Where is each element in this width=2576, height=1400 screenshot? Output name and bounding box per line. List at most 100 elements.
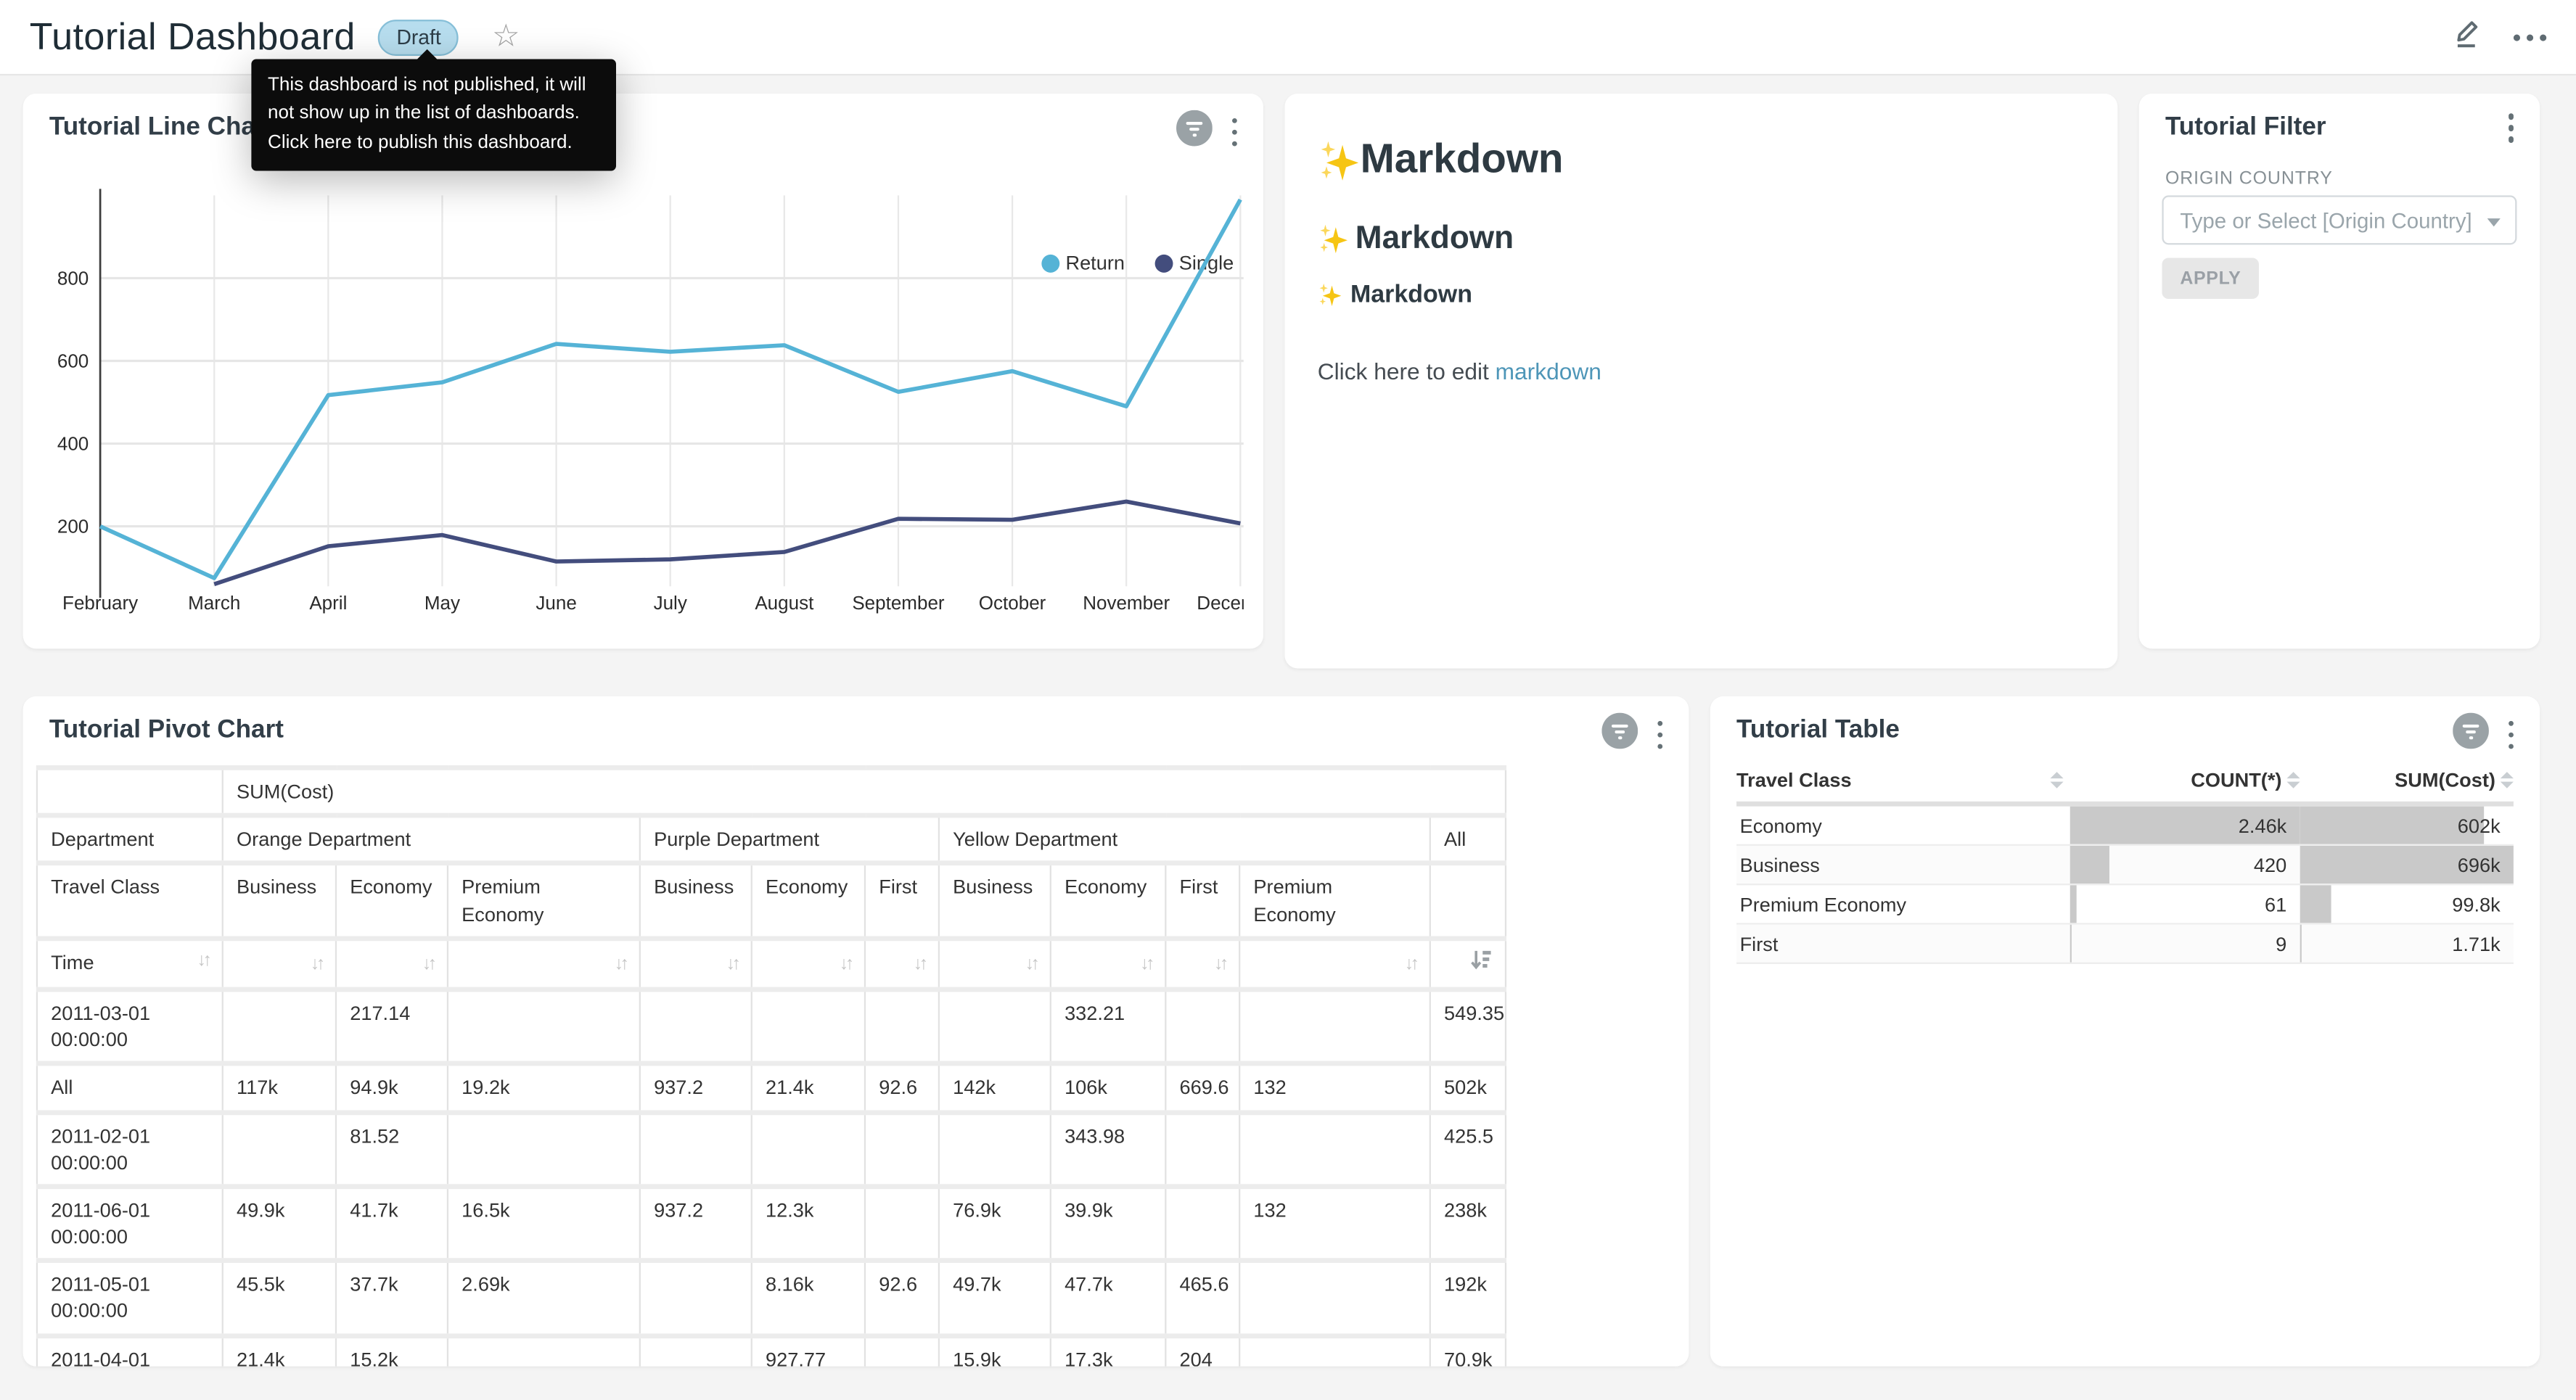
sort-carets-icon[interactable] bbox=[2286, 772, 2300, 788]
pivot-measure-row: SUM(Cost) bbox=[37, 767, 1506, 815]
pivot-class-header: Business bbox=[640, 864, 752, 939]
pivot-class-header: Economy bbox=[752, 864, 865, 939]
pivot-value-cell bbox=[939, 1112, 1051, 1187]
tooltip-line: not show up in the list of dashboards. bbox=[268, 101, 599, 129]
cell-travel-class: First bbox=[1736, 925, 2070, 963]
cell-count: 2.46k bbox=[2070, 807, 2300, 844]
pivot-value-cell: 332.21 bbox=[1051, 989, 1165, 1064]
pivot-class-header: Business bbox=[939, 864, 1051, 939]
pivot-value-cell bbox=[865, 989, 939, 1064]
applied-filters-icon[interactable] bbox=[2452, 713, 2488, 757]
pivot-value-cell: 132 bbox=[1239, 1186, 1430, 1261]
pivot-sort-cell: ↓↑ bbox=[939, 938, 1051, 989]
favorite-star-icon[interactable]: ☆ bbox=[492, 21, 520, 52]
pivot-value-cell: 37.7k bbox=[336, 1261, 448, 1335]
pivot-chart-card: Tutorial Pivot Chart SUM(Cost)Department… bbox=[23, 696, 1689, 1367]
applied-filters-icon[interactable] bbox=[1176, 110, 1212, 155]
pivot-dimension-label: Department bbox=[37, 816, 223, 864]
svg-text:October: October bbox=[979, 592, 1046, 614]
cell-sum-cost: 1.71k bbox=[2300, 925, 2513, 963]
column-header-count[interactable]: COUNT(*) bbox=[2070, 769, 2300, 792]
chevron-down-icon bbox=[2487, 218, 2501, 226]
sort-toggle-icon[interactable]: ↓↑ bbox=[1025, 954, 1037, 973]
sparkles-icon bbox=[1318, 223, 1349, 255]
sort-carets-icon[interactable] bbox=[2501, 772, 2514, 788]
pivot-class-header bbox=[1430, 864, 1506, 939]
sort-toggle-icon[interactable]: ↓↑ bbox=[1405, 954, 1416, 973]
cell-count: 61 bbox=[2070, 885, 2300, 923]
sort-toggle-icon[interactable]: ↓↑ bbox=[422, 954, 434, 973]
pivot-value-cell: 41.7k bbox=[336, 1186, 448, 1261]
pivot-value-cell: 502k bbox=[1430, 1064, 1506, 1112]
pivot-value-cell: 238k bbox=[1430, 1186, 1506, 1261]
table-card-menu-icon[interactable] bbox=[2504, 717, 2516, 753]
pivot-class-header: First bbox=[865, 864, 939, 939]
pivot-value-cell bbox=[1165, 989, 1239, 1064]
data-table: Travel ClassCOUNT(*)SUM(Cost)Economy2.46… bbox=[1736, 762, 2514, 963]
pivot-sort-cell: ↓↑ bbox=[448, 938, 640, 989]
pivot-value-cell: 45.5k bbox=[223, 1261, 336, 1335]
origin-country-select[interactable]: Type or Select [Origin Country] bbox=[2162, 195, 2516, 244]
pivot-value-cell bbox=[640, 1335, 752, 1367]
sort-toggle-icon[interactable]: ↓↑ bbox=[1140, 954, 1152, 973]
filter-card-title: Tutorial Filter bbox=[2165, 113, 2326, 143]
pivot-row-header: 2011-04-01 00:00:00 bbox=[37, 1335, 223, 1367]
pivot-class-header: Business bbox=[223, 864, 336, 939]
sort-toggle-icon[interactable]: ↓↑ bbox=[311, 954, 322, 973]
sort-toggle-icon[interactable]: ↓↑ bbox=[1214, 954, 1226, 973]
sort-toggle-icon[interactable]: ↓↑ bbox=[914, 954, 925, 973]
table-row: Economy2.46k602k bbox=[1736, 807, 2514, 846]
sort-descending-icon[interactable] bbox=[1470, 949, 1491, 979]
svg-text:200: 200 bbox=[57, 516, 89, 538]
pivot-value-cell: 937.2 bbox=[640, 1064, 752, 1112]
sort-toggle-icon[interactable]: ↓↑ bbox=[615, 954, 626, 973]
pivot-sort-cell: ↓↑ bbox=[865, 938, 939, 989]
header-more-menu-icon[interactable] bbox=[2514, 33, 2546, 40]
applied-filters-icon[interactable] bbox=[1601, 713, 1637, 757]
line-chart-menu-icon[interactable] bbox=[1228, 115, 1240, 150]
pivot-chart-menu-icon[interactable] bbox=[1654, 717, 1666, 753]
sort-toggle-icon[interactable]: ↓↑ bbox=[840, 954, 851, 973]
pivot-class-header: Premium Economy bbox=[448, 864, 640, 939]
pivot-value-cell: 117k bbox=[223, 1064, 336, 1112]
pivot-sort-cell: ↓↑ bbox=[1165, 938, 1239, 989]
apply-button[interactable]: APPLY bbox=[2162, 258, 2259, 299]
pivot-value-cell: 106k bbox=[1051, 1064, 1165, 1112]
pivot-class-header: Premium Economy bbox=[1239, 864, 1430, 939]
cell-count: 420 bbox=[2070, 846, 2300, 884]
pivot-value-cell bbox=[223, 989, 336, 1064]
draft-tooltip: This dashboard is not published, it will… bbox=[251, 59, 616, 170]
pivot-value-cell: 142k bbox=[939, 1064, 1051, 1112]
pivot-value-cell: 92.6 bbox=[865, 1261, 939, 1335]
column-header-travel-class[interactable]: Travel Class bbox=[1736, 769, 2070, 792]
pivot-value-cell: 425.5 bbox=[1430, 1112, 1506, 1187]
pivot-data-row: 2011-04-01 00:00:0021.4k15.2k927.7715.9k… bbox=[37, 1335, 1506, 1367]
edit-dashboard-icon[interactable] bbox=[2453, 17, 2484, 58]
column-header-sum-cost[interactable]: SUM(Cost) bbox=[2300, 769, 2513, 792]
cell-sum-cost: 696k bbox=[2300, 846, 2513, 884]
sort-toggle-icon[interactable]: ↓↑ bbox=[726, 954, 738, 973]
pivot-value-cell bbox=[1239, 1335, 1430, 1367]
tooltip-line: This dashboard is not published, it will bbox=[268, 73, 599, 101]
pivot-class-header: First bbox=[1165, 864, 1239, 939]
pivot-value-cell: 19.2k bbox=[448, 1064, 640, 1112]
pivot-value-cell: 15.2k bbox=[336, 1335, 448, 1367]
pivot-value-cell bbox=[865, 1112, 939, 1187]
markdown-edit-link[interactable]: markdown bbox=[1496, 358, 1601, 384]
pivot-corner-cell bbox=[37, 767, 223, 815]
pivot-value-cell bbox=[1239, 1112, 1430, 1187]
svg-text:May: May bbox=[424, 592, 460, 614]
svg-text:November: November bbox=[1083, 592, 1170, 614]
pivot-data-row: 2011-05-01 00:00:0045.5k37.7k2.69k8.16k9… bbox=[37, 1261, 1506, 1335]
pivot-sort-cell: ↓↑ bbox=[640, 938, 752, 989]
table-row: Premium Economy6199.8k bbox=[1736, 885, 2514, 924]
pivot-value-cell: 92.6 bbox=[865, 1064, 939, 1112]
sort-toggle-icon[interactable]: ↓↑ bbox=[197, 950, 209, 975]
select-placeholder: Type or Select [Origin Country] bbox=[2180, 207, 2472, 232]
sort-carets-icon[interactable] bbox=[2051, 772, 2064, 788]
pivot-value-cell: 21.4k bbox=[752, 1064, 865, 1112]
table-header-row: Travel ClassCOUNT(*)SUM(Cost) bbox=[1736, 762, 2514, 806]
pivot-value-cell bbox=[640, 989, 752, 1064]
filter-card-menu-icon[interactable] bbox=[2504, 110, 2516, 146]
pivot-table: SUM(Cost)DepartmentOrange DepartmentPurp… bbox=[36, 765, 1506, 1367]
